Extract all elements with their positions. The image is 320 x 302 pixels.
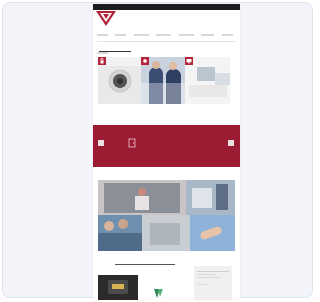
mosaic-photo-meeting[interactable] xyxy=(98,180,186,215)
website-preview[interactable] xyxy=(93,4,240,300)
mosaic-photo-device[interactable] xyxy=(142,215,190,251)
speaker-icon xyxy=(108,69,132,93)
photo-mosaic xyxy=(98,180,235,251)
lock-icon xyxy=(98,57,106,65)
nav-item[interactable] xyxy=(115,34,127,36)
nav-item[interactable] xyxy=(221,34,233,36)
vendor-logo-icon[interactable] xyxy=(154,288,170,300)
news-sidebar xyxy=(194,266,232,300)
nav-item[interactable] xyxy=(133,34,149,36)
logo-icon[interactable] xyxy=(95,10,117,27)
camera-icon xyxy=(141,57,149,65)
sidebar-divider xyxy=(197,271,229,272)
nav-item[interactable] xyxy=(97,52,108,54)
nav-item[interactable] xyxy=(201,34,215,36)
mosaic-photo-team[interactable] xyxy=(98,215,142,251)
door-icon xyxy=(128,138,136,148)
category-tile-speakers[interactable] xyxy=(98,57,141,104)
mosaic-photo-office[interactable] xyxy=(186,180,235,215)
category-tile-guards[interactable] xyxy=(141,57,185,104)
nav-divider xyxy=(97,41,236,42)
news-photo[interactable] xyxy=(98,275,138,300)
nav-item[interactable] xyxy=(156,34,172,36)
news-rule xyxy=(115,264,175,265)
sidebar-heading xyxy=(194,266,232,269)
monitor-icon xyxy=(185,57,193,65)
section-underline xyxy=(99,51,131,52)
sidebar-line xyxy=(197,277,221,278)
category-tile-monitors[interactable] xyxy=(185,57,230,104)
nav-item[interactable] xyxy=(97,34,108,36)
nav-item[interactable] xyxy=(178,34,194,36)
banner-left-square xyxy=(98,140,104,146)
sidebar-line xyxy=(197,284,207,285)
promo-banner[interactable] xyxy=(93,125,240,167)
mosaic-photo-hand[interactable] xyxy=(190,215,235,251)
sidebar-line xyxy=(197,274,215,275)
main-navigation xyxy=(97,34,236,54)
banner-right-square xyxy=(228,140,234,146)
